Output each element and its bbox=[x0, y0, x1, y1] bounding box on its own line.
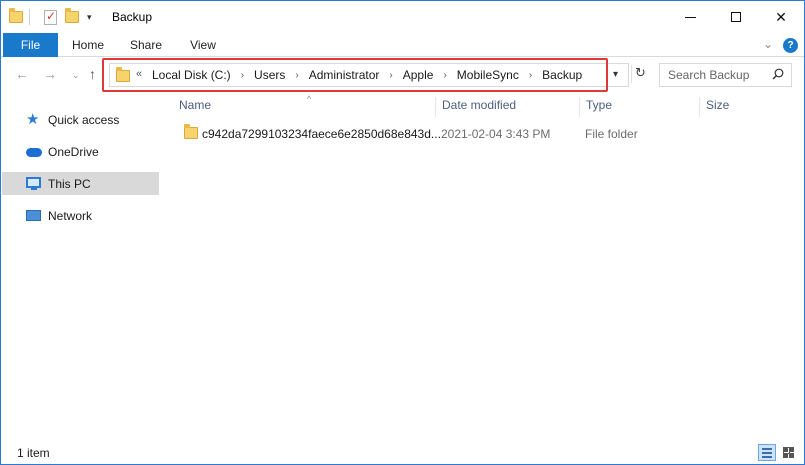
item-count: 1 item bbox=[17, 446, 50, 460]
back-arrow-icon[interactable]: ← bbox=[15, 66, 29, 82]
address-folder-icon bbox=[116, 67, 130, 82]
file-date-modified: 2021-02-04 3:43 PM bbox=[441, 127, 551, 141]
sidebar-item-this-pc[interactable]: This PC bbox=[2, 172, 159, 195]
folder-icon bbox=[9, 8, 23, 23]
column-header-type[interactable]: Type bbox=[579, 97, 699, 117]
navigation-pane: ★ Quick access OneDrive This PC Network bbox=[1, 93, 161, 438]
help-icon[interactable]: ? bbox=[783, 38, 798, 53]
sidebar-item-label: Quick access bbox=[48, 112, 120, 127]
folder-icon bbox=[184, 124, 198, 139]
large-icons-view-icon[interactable] bbox=[780, 444, 798, 461]
status-bar: 1 item bbox=[1, 441, 804, 464]
forward-arrow-icon[interactable]: → bbox=[43, 66, 57, 82]
breadcrumb-administrator[interactable]: Administrator bbox=[307, 68, 382, 82]
address-history-chevron-icon[interactable]: ▾ bbox=[613, 69, 618, 80]
tab-view[interactable]: View bbox=[179, 33, 227, 57]
search-input[interactable] bbox=[668, 68, 768, 82]
explorer-window: ▾ Backup ✕ File Home Share View ⌄ ? ← → … bbox=[0, 0, 805, 465]
sidebar-item-onedrive[interactable]: OneDrive bbox=[2, 140, 159, 163]
breadcrumb-users[interactable]: Users bbox=[252, 68, 287, 82]
breadcrumb-mobilesync[interactable]: MobileSync bbox=[455, 68, 521, 82]
ribbon-tabs: File Home Share View ⌄ ? bbox=[1, 33, 804, 57]
column-header-name[interactable]: Name ^ bbox=[171, 94, 435, 117]
properties-icon[interactable] bbox=[44, 9, 57, 25]
maximize-icon bbox=[731, 12, 741, 22]
close-button[interactable]: ✕ bbox=[758, 1, 804, 33]
breadcrumb-separator-icon[interactable]: › bbox=[287, 70, 306, 81]
new-folder-icon[interactable] bbox=[65, 8, 79, 23]
sort-ascending-icon: ^ bbox=[307, 94, 312, 104]
breadcrumb: Local Disk (C:) › Users › Administrator … bbox=[150, 68, 584, 82]
navigation-bar: ← → ⌄ ↑ « Local Disk (C:) › Users › Admi… bbox=[1, 58, 804, 92]
column-headers: Name ^ Date modified Type Size bbox=[161, 93, 804, 117]
sidebar-item-network[interactable]: Network bbox=[2, 204, 159, 227]
file-list-row[interactable]: c942da7299103234faece6e2850d68e843d... 2… bbox=[171, 123, 781, 145]
breadcrumb-separator-icon[interactable]: › bbox=[381, 70, 400, 81]
breadcrumb-separator-icon[interactable]: › bbox=[233, 70, 252, 81]
sidebar-item-label: This PC bbox=[48, 176, 91, 191]
breadcrumb-local-disk[interactable]: Local Disk (C:) bbox=[150, 68, 233, 82]
search-icon[interactable] bbox=[772, 68, 784, 80]
search-box[interactable] bbox=[659, 63, 792, 87]
column-header-label: Name bbox=[179, 98, 212, 112]
network-icon bbox=[26, 208, 42, 224]
title-bar: ▾ Backup ✕ bbox=[1, 1, 804, 33]
quick-access-toolbar: ▾ bbox=[9, 8, 92, 26]
window-title: Backup bbox=[112, 10, 153, 24]
refresh-icon[interactable]: ↻ bbox=[631, 65, 647, 83]
minimize-icon bbox=[684, 16, 696, 18]
details-view-icon[interactable] bbox=[758, 444, 776, 461]
customize-toolbar-icon[interactable]: ▾ bbox=[87, 12, 92, 23]
file-name: c942da7299103234faece6e2850d68e843d... bbox=[202, 127, 441, 141]
sidebar-item-quick-access[interactable]: ★ Quick access bbox=[2, 108, 159, 131]
maximize-button[interactable] bbox=[713, 1, 759, 33]
expand-ribbon-chevron-icon[interactable]: ⌄ bbox=[763, 37, 773, 51]
computer-icon bbox=[26, 176, 42, 192]
breadcrumb-apple[interactable]: Apple bbox=[401, 68, 436, 82]
minimize-button[interactable] bbox=[667, 1, 713, 33]
breadcrumb-separator-icon[interactable]: › bbox=[435, 70, 454, 81]
column-header-size[interactable]: Size bbox=[699, 97, 779, 117]
file-type: File folder bbox=[585, 127, 638, 141]
up-arrow-icon[interactable]: ↑ bbox=[89, 66, 96, 82]
tab-file[interactable]: File bbox=[3, 33, 58, 57]
breadcrumb-backup[interactable]: Backup bbox=[540, 68, 584, 82]
overflow-chevron-icon[interactable]: « bbox=[136, 68, 142, 80]
recent-locations-chevron-icon[interactable]: ⌄ bbox=[72, 70, 80, 81]
sidebar-item-label: Network bbox=[48, 208, 93, 223]
tab-home[interactable]: Home bbox=[63, 33, 113, 57]
column-header-date-modified[interactable]: Date modified bbox=[435, 97, 579, 117]
sidebar-item-label: OneDrive bbox=[48, 144, 99, 159]
address-bar[interactable]: « Local Disk (C:) › Users › Administrato… bbox=[109, 63, 629, 87]
close-icon: ✕ bbox=[775, 8, 787, 25]
star-icon: ★ bbox=[26, 110, 40, 128]
toolbar-divider bbox=[29, 9, 30, 25]
cloud-icon bbox=[26, 144, 42, 160]
tab-share[interactable]: Share bbox=[121, 33, 171, 57]
breadcrumb-separator-icon[interactable]: › bbox=[521, 70, 540, 81]
